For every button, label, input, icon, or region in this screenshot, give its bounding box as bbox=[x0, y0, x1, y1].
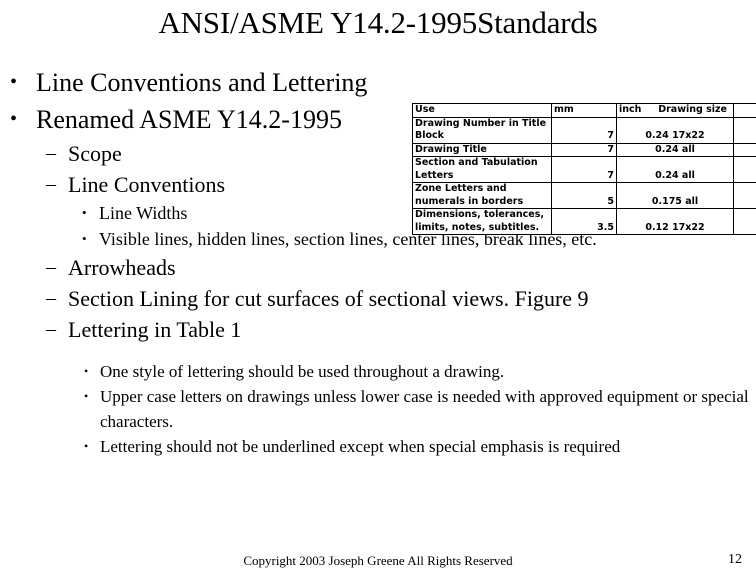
table-row: Zone Letters and numerals in borders 5 0… bbox=[412, 182, 756, 209]
bullet-marker-icon: • bbox=[84, 389, 89, 403]
table-row: Section and Tabulation Letters 7 0.24 al… bbox=[412, 156, 756, 183]
outline-item-level2: – Arrowheads bbox=[0, 252, 756, 283]
cell-inch: 0.24 17x22 bbox=[616, 116, 734, 144]
cell-mm: 7 bbox=[551, 156, 617, 183]
page-number: 12 bbox=[728, 552, 742, 567]
outline-item-text: Arrowheads bbox=[68, 255, 176, 280]
outline-item-level4: • Lettering should not be underlined exc… bbox=[0, 434, 756, 459]
outline-item-level1: • Line Conventions and Lettering bbox=[0, 64, 756, 101]
cell-mm: 7 bbox=[551, 116, 617, 144]
outline-item-level2: – Lettering in Table 1 bbox=[0, 314, 756, 345]
lettering-specs-table-container: Use mm inch Drawing size Drawing Number … bbox=[412, 103, 756, 235]
table-row: Drawing Title 7 0.24 all bbox=[412, 142, 756, 157]
column-header-extra bbox=[733, 103, 756, 118]
bullet-marker-icon: • bbox=[84, 439, 89, 453]
cell-use: Dimensions, tolerances, limits, notes, s… bbox=[412, 208, 552, 235]
cell-extra bbox=[733, 142, 756, 157]
cell-mm-value: 7 bbox=[607, 130, 614, 141]
lettering-specs-table: Use mm inch Drawing size Drawing Number … bbox=[412, 103, 756, 235]
cell-inch: 0.24 all bbox=[616, 142, 734, 157]
outline-item-text: One style of lettering should be used th… bbox=[100, 362, 505, 381]
dash-marker-icon: – bbox=[46, 287, 56, 309]
outline-item-text: Section Lining for cut surfaces of secti… bbox=[68, 286, 589, 311]
cell-extra bbox=[733, 116, 756, 144]
copyright-footer: Copyright 2003 Joseph Greene All Rights … bbox=[243, 553, 513, 568]
cell-inch-value: 0.12 17x22 bbox=[645, 221, 705, 233]
cell-use-line1: Drawing Number in Title bbox=[415, 117, 547, 129]
cell-mm: 3.5 bbox=[551, 208, 617, 235]
cell-use: Zone Letters and numerals in borders bbox=[412, 182, 552, 209]
bullet-marker-icon: • bbox=[10, 71, 18, 93]
column-header-mm: mm bbox=[551, 103, 617, 118]
cell-inch-value: 0.24 17x22 bbox=[645, 130, 705, 141]
cell-extra bbox=[733, 156, 756, 183]
cell-use-line1: Section and Tabulation bbox=[415, 157, 538, 168]
cell-use-line1: Dimensions, tolerances, bbox=[415, 209, 544, 220]
table-row: Drawing Number in Title Block 7 0.24 17x… bbox=[412, 116, 756, 144]
dash-marker-icon: – bbox=[46, 256, 56, 278]
cell-use-line2: numerals in borders bbox=[415, 195, 524, 207]
cell-use-line2: limits, notes, subtitles. bbox=[415, 221, 540, 233]
cell-inch-value: 0.24 all bbox=[655, 169, 695, 181]
outline-item-text: Lettering should not be underlined excep… bbox=[100, 437, 621, 456]
outline-item-level2: – Section Lining for cut surfaces of sec… bbox=[0, 283, 756, 314]
cell-use: Drawing Number in Title Block bbox=[412, 116, 552, 144]
outline-item-text: Lettering in Table 1 bbox=[68, 317, 242, 342]
dash-marker-icon: – bbox=[46, 318, 56, 340]
cell-inch-value: 0.175 all bbox=[651, 195, 699, 207]
cell-inch: 0.175 all bbox=[616, 182, 734, 209]
cell-use-line2: Letters bbox=[415, 169, 454, 181]
cell-inch: 0.24 all bbox=[616, 156, 734, 183]
cell-mm: 5 bbox=[551, 182, 617, 209]
column-header-inch-label: inch bbox=[619, 104, 642, 115]
cell-use-line2: Block bbox=[415, 130, 444, 141]
cell-extra bbox=[733, 182, 756, 209]
table-row: Dimensions, tolerances, limits, notes, s… bbox=[412, 208, 756, 235]
outline-item-text: Scope bbox=[68, 141, 122, 166]
cell-mm-value: 3.5 bbox=[597, 221, 614, 233]
outline-item-text: Line Conventions and Lettering bbox=[36, 68, 368, 97]
outline-item-text: Line Widths bbox=[99, 203, 188, 223]
cell-mm-value: 7 bbox=[607, 169, 614, 181]
bullet-marker-icon: • bbox=[10, 108, 18, 130]
page-title: ANSI/ASME Y14.2-1995Standards bbox=[158, 5, 598, 40]
outline-item-level4: • Upper case letters on drawings unless … bbox=[0, 384, 756, 434]
dash-marker-icon: – bbox=[46, 142, 56, 164]
bullet-marker-icon: • bbox=[82, 205, 87, 220]
bullet-marker-icon: • bbox=[82, 231, 87, 246]
cell-mm-value: 5 bbox=[607, 195, 614, 207]
cell-inch: 0.12 17x22 bbox=[616, 208, 734, 235]
outline-item-level4: • One style of lettering should be used … bbox=[0, 359, 756, 384]
cell-use-line1: Zone Letters and bbox=[415, 183, 507, 194]
cell-use: Section and Tabulation Letters bbox=[412, 156, 552, 183]
dash-marker-icon: – bbox=[46, 173, 56, 195]
bullet-marker-icon: • bbox=[84, 364, 89, 378]
cell-use: Drawing Title bbox=[412, 142, 552, 157]
outline-item-text: Renamed ASME Y14.2-1995 bbox=[36, 105, 342, 134]
column-header-use: Use bbox=[412, 103, 552, 118]
table-header-row: Use mm inch Drawing size bbox=[412, 103, 756, 118]
column-header-inch-drawing-size: inch Drawing size bbox=[616, 103, 734, 118]
outline-item-text: Line Conventions bbox=[68, 172, 226, 197]
cell-extra bbox=[733, 208, 756, 235]
cell-mm: 7 bbox=[551, 142, 617, 157]
column-header-drawing-size-label: Drawing size bbox=[658, 104, 727, 115]
outline-item-text: Upper case letters on drawings unless lo… bbox=[100, 387, 749, 431]
